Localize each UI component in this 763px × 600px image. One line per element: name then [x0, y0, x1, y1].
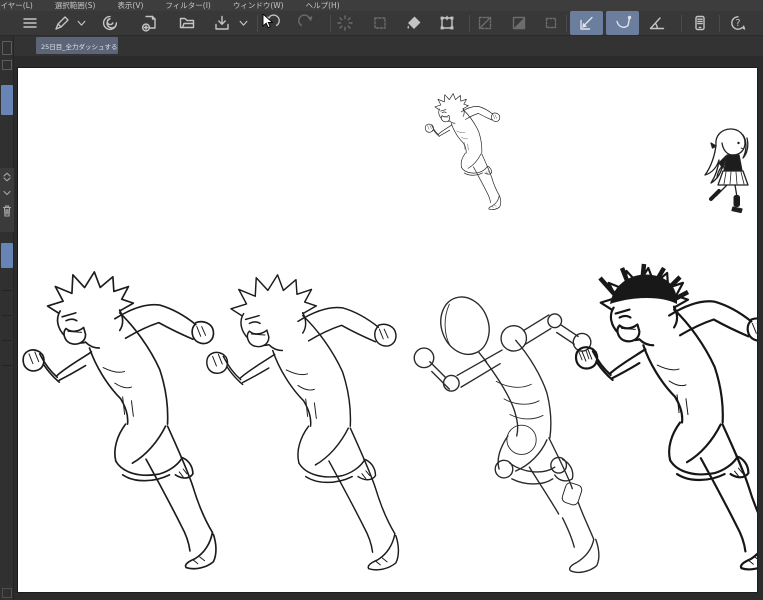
mouse-cursor [262, 14, 274, 30]
clip-studio-button[interactable] [98, 12, 122, 34]
deselect-button[interactable] [539, 12, 563, 34]
pen-icon [53, 14, 71, 32]
paint-app-window: レイヤー(L) 選択範囲(S) 表示(V) フィルター(I) ウィンドウ(W) … [0, 0, 763, 600]
canvas-area[interactable] [14, 56, 763, 600]
snap-special-ruler-icon [614, 14, 632, 32]
tablet-icon [691, 14, 709, 32]
chevron-down-icon [74, 14, 89, 32]
save-file-button[interactable] [210, 12, 234, 34]
paint-bucket-icon [405, 14, 423, 32]
dashed-square-icon [371, 14, 389, 32]
bottom-palette-square[interactable] [2, 588, 12, 598]
main-menu-button[interactable] [18, 12, 42, 34]
document-tab-bar: 25日目_全力ダッシュする男の子を描こう ● [14, 36, 763, 56]
menu-view[interactable]: 表示(V) [106, 0, 154, 11]
diagonal-square-icon [476, 14, 494, 32]
companion-mode-button[interactable] [688, 12, 712, 34]
open-file-button[interactable] [175, 12, 199, 34]
collapsed-palette-tab[interactable] [2, 41, 12, 55]
toolbar-divider [566, 15, 567, 32]
trash-icon[interactable] [2, 204, 12, 218]
figure-pose-mannequin [414, 290, 599, 572]
palette-square[interactable] [2, 60, 12, 70]
palette-separator [2, 365, 12, 366]
chevron-down-icon [236, 14, 251, 32]
canvas-page[interactable] [18, 68, 757, 592]
half-filled-square-icon [510, 14, 528, 32]
figure-runner-sketch-dark-hair [576, 264, 757, 569]
clear-button[interactable] [333, 12, 357, 34]
toolbar-divider [681, 15, 682, 32]
toolbar-divider [719, 15, 720, 32]
pen-tool-dropdown-button[interactable] [74, 12, 89, 34]
chevron-down-icon[interactable] [2, 188, 12, 198]
document-tab[interactable]: 25日目_全力ダッシュする男の子を描こう ● [36, 37, 118, 54]
burst-circle-icon [336, 14, 354, 32]
fill-button[interactable] [402, 12, 426, 34]
figure-runner-sketch-1 [23, 272, 216, 569]
toolbar-divider [330, 15, 331, 32]
hamburger-icon [21, 14, 39, 32]
menu-bar: レイヤー(L) 選択範囲(S) 表示(V) フィルター(I) ウィンドウ(W) … [0, 0, 763, 11]
save-icon [213, 14, 231, 32]
menu-window[interactable]: ウィンドウ(W) [222, 0, 295, 11]
canvas-drawing [18, 68, 757, 592]
menu-help[interactable]: ヘルプ(H) [295, 0, 351, 11]
small-dashed-square-icon [542, 14, 560, 32]
transform-frame-icon [438, 14, 456, 32]
figure-runner-thumbnail [425, 94, 500, 210]
help-bubble-icon: ? [729, 14, 747, 32]
menu-selection[interactable]: 選択範囲(S) [44, 0, 107, 11]
palette-separator [2, 315, 12, 316]
invert-selection-button[interactable] [473, 12, 497, 34]
toolbar-divider [469, 15, 470, 32]
new-document-icon [141, 14, 159, 32]
menu-layer[interactable]: レイヤー(L) [0, 0, 44, 11]
snap-to-special-ruler-button[interactable] [606, 11, 639, 35]
command-bar: ? [0, 11, 763, 36]
spiral-logo-icon [101, 14, 119, 32]
save-dropdown-button[interactable] [236, 12, 251, 34]
snap-grid-icon [648, 14, 666, 32]
snap-ruler-icon [578, 14, 596, 32]
clear-outside-selection-button[interactable] [368, 12, 392, 34]
active-palette-highlight-2[interactable] [1, 243, 13, 268]
document-title: 25日目_全力ダッシュする男の子を描こう [41, 41, 118, 51]
pen-tool-button[interactable] [50, 12, 74, 34]
svg-text:?: ? [735, 18, 740, 29]
snap-to-ruler-button[interactable] [570, 11, 603, 35]
menu-filter[interactable]: フィルター(I) [154, 0, 221, 11]
palette-separator [2, 290, 12, 291]
left-tool-rail [0, 36, 14, 600]
snap-to-grid-button[interactable] [645, 12, 669, 34]
expand-chevrons-icon[interactable] [2, 172, 12, 182]
help-button[interactable]: ? [726, 12, 750, 34]
redo-button[interactable] [294, 12, 318, 34]
toolbar-divider [257, 15, 258, 32]
figure-girl-thumbnail [705, 129, 748, 213]
active-palette-highlight[interactable] [1, 85, 13, 115]
open-folder-icon [178, 14, 196, 32]
redo-icon [297, 14, 315, 32]
rail-panel [0, 168, 14, 232]
expand-selection-button[interactable] [507, 12, 531, 34]
palette-separator [2, 340, 12, 341]
scale-rotate-button[interactable] [435, 12, 459, 34]
new-file-button[interactable] [138, 12, 162, 34]
figure-runner-sketch-2 [207, 275, 399, 570]
